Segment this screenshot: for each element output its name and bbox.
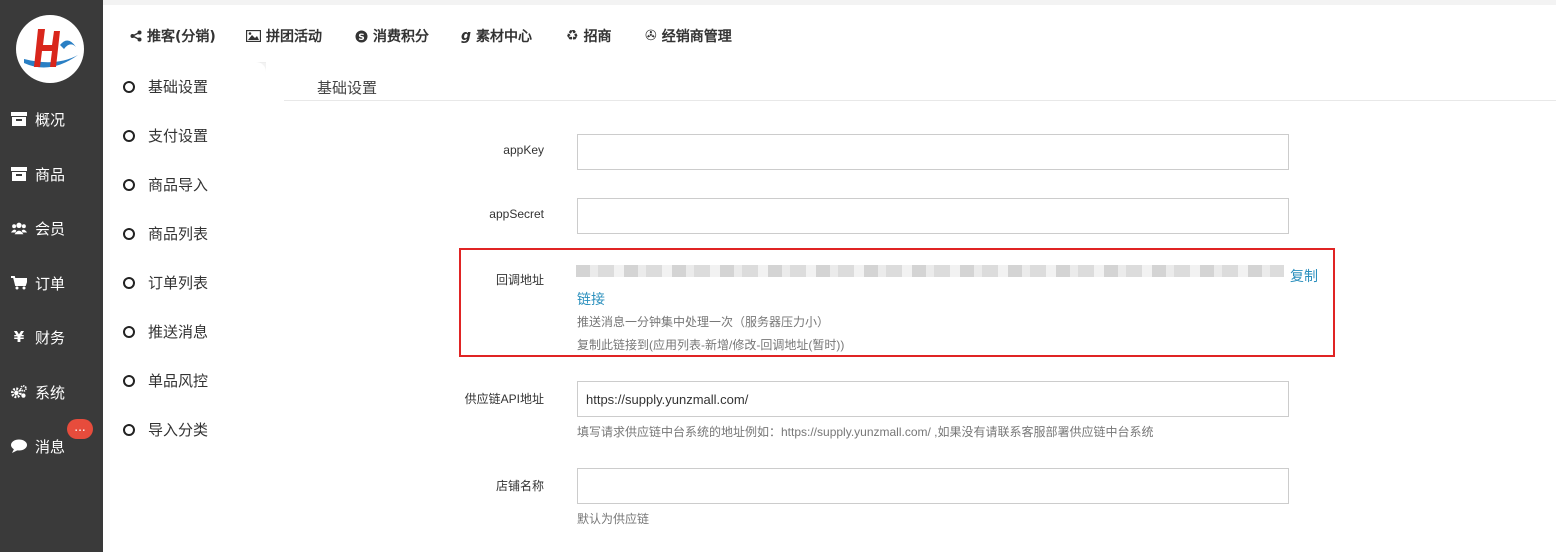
- api-address-value: https://supply.yunzmall.com/: [586, 391, 749, 407]
- submenu-label: 基础设置: [148, 78, 209, 96]
- archive-icon: [11, 167, 27, 181]
- circle-icon: [123, 423, 135, 436]
- sidebar-item-label: 系统: [35, 383, 66, 402]
- tab-label: 拼团活动: [266, 29, 322, 45]
- callback-link-text[interactable]: 链接: [577, 289, 605, 309]
- tab-group-buy[interactable]: 拼团活动: [246, 26, 322, 46]
- submenu-item-push-messages[interactable]: 推送消息: [123, 321, 208, 342]
- circle-icon: [123, 374, 135, 387]
- submenu-label: 推送消息: [148, 323, 209, 341]
- svg-text:S: S: [358, 33, 364, 43]
- tab-distribution[interactable]: 推客(分销): [130, 26, 216, 46]
- yen-icon: ¥: [13, 328, 25, 346]
- app-logo[interactable]: [16, 15, 84, 83]
- tab-materials[interactable]: g 素材中心: [461, 26, 532, 46]
- api-address-label: 供应链API地址: [464, 392, 544, 406]
- users-icon: [11, 221, 27, 235]
- tab-label: 消费积分: [373, 29, 429, 45]
- comment-icon: [11, 439, 27, 453]
- tab-investment[interactable]: ♻ 招商: [566, 26, 612, 46]
- circle-icon: [123, 178, 135, 191]
- submenu-label: 单品风控: [148, 372, 209, 390]
- sidebar-item-label: 订单: [35, 274, 66, 293]
- sidebar-item-goods[interactable]: 商品: [0, 154, 103, 194]
- submenu-item-basic-settings[interactable]: 基础设置: [123, 76, 208, 97]
- skype-icon: S: [355, 30, 368, 43]
- api-address-input[interactable]: https://supply.yunzmall.com/: [577, 381, 1289, 417]
- image-icon: [246, 30, 261, 42]
- sidebar-item-members[interactable]: 会员: [0, 208, 103, 248]
- appsecret-input[interactable]: [577, 198, 1289, 234]
- gears-icon: [11, 384, 27, 400]
- recycle-icon: ♻: [566, 28, 579, 44]
- submenu-item-order-list[interactable]: 订单列表: [123, 272, 208, 293]
- share-icon: [130, 30, 142, 42]
- submenu-label: 支付设置: [148, 127, 209, 145]
- submenu-item-goods-list[interactable]: 商品列表: [123, 223, 208, 244]
- sidebar-item-overview[interactable]: 概况: [0, 99, 103, 139]
- top-navigation: 推客(分销) 拼团活动 S 消费积分 g 素材中心 ♻ 招商 ✇ 经销商管理: [103, 5, 1556, 63]
- callback-help-1: 推送消息一分钟集中处理一次（服务器压力小）: [577, 315, 830, 329]
- tab-label: 招商: [583, 29, 612, 45]
- sidebar-item-system[interactable]: 系统: [0, 372, 103, 412]
- circle-icon: [123, 325, 135, 338]
- tab-label: 推客(分销): [147, 29, 216, 45]
- message-badge: ...: [67, 419, 93, 439]
- sidebar-item-label: 财务: [35, 328, 66, 347]
- tab-points[interactable]: S 消费积分: [355, 26, 429, 46]
- callback-help-2: 复制此链接到(应用列表-新增/修改-回调地址(暂时)): [577, 338, 845, 352]
- sidebar-item-label: 消息: [35, 437, 66, 456]
- appsecret-label: appSecret: [489, 207, 544, 221]
- callback-label: 回调地址: [495, 273, 544, 287]
- tab-label: 经销商管理: [661, 29, 732, 45]
- main-content: 基础设置 appKey appSecret 回调地址 复制 链接 推送消息一分钟…: [266, 62, 1556, 552]
- main-sidebar: 概况 商品 会员 订单 ¥ 财务 系统 消息 ...: [0, 0, 103, 552]
- submenu-item-import-category[interactable]: 导入分类: [123, 419, 208, 440]
- section-title: 基础设置: [317, 79, 378, 97]
- settings-submenu: 基础设置 支付设置 商品导入 商品列表 订单列表 推送消息 单品风控 导入分类: [103, 62, 266, 552]
- tab-dealer-management[interactable]: ✇ 经销商管理: [645, 26, 732, 46]
- sidebar-item-label: 概况: [35, 110, 66, 129]
- submenu-label: 订单列表: [148, 274, 209, 292]
- submenu-label: 导入分类: [148, 421, 209, 439]
- circle-icon: [123, 129, 135, 142]
- submenu-label: 商品导入: [148, 176, 209, 194]
- tab-label: 素材中心: [476, 29, 533, 45]
- shop-name-label: 店铺名称: [495, 479, 544, 493]
- gittip-icon: g: [461, 28, 472, 44]
- shop-name-help: 默认为供应链: [577, 512, 650, 526]
- appkey-input[interactable]: [577, 134, 1289, 170]
- divider: [284, 100, 1556, 101]
- submenu-item-payment-settings[interactable]: 支付设置: [123, 125, 208, 146]
- archive-icon: [11, 112, 27, 126]
- submenu-item-risk-control[interactable]: 单品风控: [123, 370, 208, 391]
- cart-icon: [11, 276, 27, 290]
- submenu-item-goods-import[interactable]: 商品导入: [123, 174, 208, 195]
- shop-name-input[interactable]: [577, 468, 1289, 504]
- sidebar-item-finance[interactable]: ¥ 财务: [0, 317, 103, 357]
- sidebar-item-orders[interactable]: 订单: [0, 263, 103, 303]
- sidebar-item-label: 会员: [35, 219, 66, 238]
- appkey-label: appKey: [503, 143, 544, 157]
- copy-link-button[interactable]: 复制: [1290, 266, 1318, 286]
- callback-url-blurred: [576, 265, 1284, 277]
- sidebar-item-label: 商品: [35, 165, 66, 184]
- vine-icon: ✇: [645, 28, 657, 44]
- api-address-help: 填写请求供应链中台系统的地址例如：https://supply.yunzmall…: [577, 425, 1154, 439]
- circle-icon: [123, 80, 135, 93]
- circle-icon: [123, 227, 135, 240]
- submenu-label: 商品列表: [148, 225, 209, 243]
- circle-icon: [123, 276, 135, 289]
